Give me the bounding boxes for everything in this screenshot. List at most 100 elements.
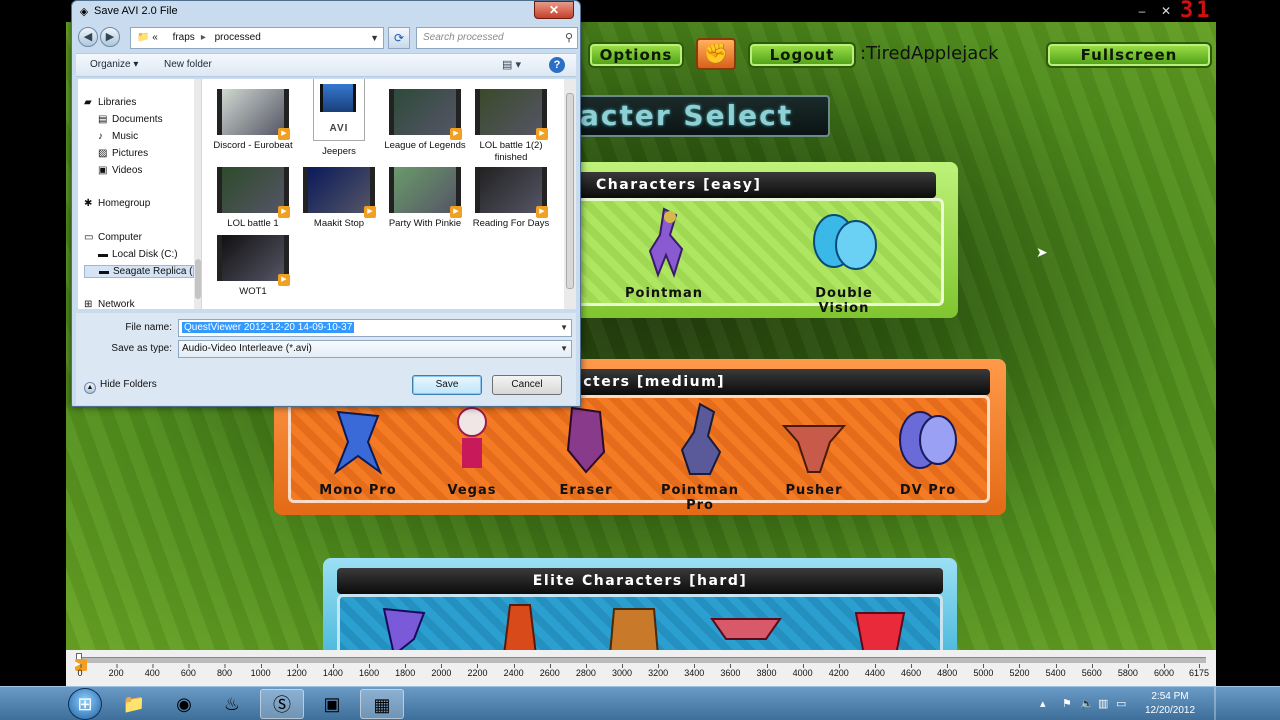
skype-icon[interactable]: Ⓢ	[260, 689, 304, 719]
timeline-tick-label: 4400	[864, 664, 885, 678]
nav-network[interactable]: ⊞ Network	[84, 299, 135, 309]
username-label: :TiredApplejack	[860, 43, 999, 64]
cancel-button[interactable]: Cancel	[492, 375, 562, 395]
nav-music[interactable]: ♪ Music	[98, 131, 138, 142]
nav-homegroup[interactable]: ✱ Homegroup	[84, 198, 150, 209]
character-double-vision[interactable]: Double Vision	[789, 205, 899, 316]
file-item[interactable]: Discord - Eurobeat	[212, 89, 294, 152]
timeline-tick-label: 5800	[1117, 664, 1138, 678]
nav-pictures[interactable]: ▨ Pictures	[98, 148, 148, 159]
character-figure-icon	[899, 411, 957, 469]
file-item[interactable]: LOL battle 1(2) finished	[470, 89, 552, 164]
timeline-track[interactable]	[78, 657, 1206, 663]
logout-button[interactable]: Logout	[748, 42, 856, 68]
steam-icon[interactable]: ♨	[210, 689, 254, 719]
address-bar[interactable]: 📁 « fraps ▸ processed ▼	[130, 27, 384, 49]
avatar-button[interactable]: ✊	[696, 38, 736, 70]
nav-documents[interactable]: ▤ Documents	[98, 114, 163, 125]
forward-arrow-icon[interactable]: ▶	[100, 27, 120, 47]
file-name-input[interactable]: QuestViewer 2012-12-20 14-09-10-37 ▼	[178, 319, 572, 337]
nav-computer[interactable]: ▭ Computer	[84, 232, 142, 243]
view-options-icon[interactable]: ▤ ▾	[502, 58, 521, 71]
character-pusher[interactable]: Pusher	[759, 402, 869, 498]
minimize-button[interactable]: –	[1132, 3, 1152, 19]
file-item[interactable]: Maakit Stop	[298, 167, 380, 230]
show-desktop-button[interactable]	[1214, 687, 1216, 720]
timeline-tick-label: 0	[77, 664, 83, 678]
flag-icon[interactable]: ⚑	[1062, 697, 1072, 710]
navigation-scrollbar[interactable]	[194, 79, 201, 309]
file-name-label: File name:	[125, 322, 172, 333]
file-item[interactable]: WOT1	[212, 235, 294, 298]
file-item[interactable]: Reading For Days	[470, 167, 552, 230]
file-scrollbar[interactable]	[564, 79, 576, 309]
character-vegas[interactable]: Vegas	[417, 402, 527, 498]
scrollbar-thumb[interactable]	[195, 259, 201, 299]
nav-seagate[interactable]: ▬ Seagate Replica (	[84, 265, 194, 278]
chevron-down-icon[interactable]: ▼	[560, 341, 568, 357]
start-button[interactable]: ⊞	[68, 688, 102, 720]
dialog-close-button[interactable]: ✕	[534, 1, 574, 19]
file-item[interactable]: League of Legends	[384, 89, 466, 152]
panel-easy: Characters [easy] Pointman Double Vision	[566, 162, 958, 318]
timeline-ruler[interactable]: 0 200 400 600 800 1000 1200 1400 1600 1800 2000 220…	[66, 650, 1216, 686]
file-item[interactable]: LOL battle 1	[212, 167, 294, 230]
breadcrumb-processed[interactable]: processed	[215, 32, 261, 43]
help-icon[interactable]: ?	[549, 57, 565, 73]
back-arrow-icon[interactable]: ◀	[78, 27, 98, 47]
file-item[interactable]: Party With Pinkie	[384, 167, 466, 230]
system-tray: ▴ ⚑ 🔈 ▥ ▭	[1040, 691, 1150, 717]
organize-button[interactable]: Organize ▾	[90, 59, 138, 70]
fullscreen-button[interactable]: Fullscreen	[1046, 42, 1212, 68]
dialog-titlebar[interactable]: ◈ Save AVI 2.0 File ✕	[72, 1, 580, 23]
virtualdub-icon[interactable]: ▦	[360, 689, 404, 719]
clock[interactable]: 2:54 PM 12/20/2012	[1140, 690, 1200, 718]
network-tray-icon[interactable]: ▥	[1098, 697, 1108, 710]
file-name: Party With Pinkie	[388, 218, 462, 229]
search-input[interactable]: Search processed ⚲	[416, 27, 578, 49]
video-thumbnail	[389, 89, 462, 140]
chrome-icon[interactable]: ◉	[162, 689, 206, 719]
breadcrumb-overflow[interactable]: «	[152, 32, 158, 43]
speaker-icon[interactable]: 🔈	[1080, 697, 1094, 710]
power-icon[interactable]: ▭	[1116, 697, 1126, 710]
computer-icon: ▭	[84, 232, 94, 243]
timeline-tick-label: 400	[144, 664, 160, 678]
character-pointman[interactable]: Pointman	[609, 205, 719, 301]
character-figure-icon	[813, 214, 877, 270]
tray-arrow-icon[interactable]: ▴	[1040, 697, 1046, 710]
mouse-cursor-icon: ➤	[1036, 244, 1048, 260]
character-eraser[interactable]: Eraser	[531, 402, 641, 498]
music-icon: ♪	[98, 131, 103, 142]
new-folder-button[interactable]: New folder	[164, 59, 212, 70]
folder-icon[interactable]: 📁	[112, 689, 156, 719]
save-button[interactable]: Save	[412, 375, 482, 395]
fraps-icon[interactable]: ▣	[310, 689, 354, 719]
windows-logo-icon: ⊞	[77, 694, 93, 714]
options-button[interactable]: Options	[588, 42, 684, 68]
chevron-down-icon[interactable]: ▼	[370, 28, 379, 48]
character-mono-pro[interactable]: Mono Pro	[303, 402, 413, 498]
scrollbar-thumb[interactable]	[566, 93, 574, 289]
search-icon[interactable]: ⚲	[565, 28, 573, 48]
nav-libraries[interactable]: ▰ Libraries	[84, 97, 136, 108]
character-dv-pro[interactable]: DV Pro	[873, 402, 983, 498]
refresh-icon[interactable]: ⟳	[388, 27, 410, 49]
character-pointman-pro[interactable]: Pointman Pro	[645, 402, 755, 513]
save-type-label: Save as type:	[111, 343, 172, 354]
file-item[interactable]: AVI Jeepers	[298, 79, 380, 158]
save-type-select[interactable]: Audio-Video Interleave (*.avi) ▼	[178, 340, 572, 358]
video-thumbnail	[389, 167, 462, 218]
nav-videos[interactable]: ▣ Videos	[98, 165, 142, 176]
save-dialog: ◈ Save AVI 2.0 File ✕ ◀ ▶ 📁 « fraps ▸ pro…	[71, 0, 581, 407]
chevron-down-icon[interactable]: ▼	[560, 320, 568, 336]
hide-folders-button[interactable]: ▲ Hide Folders	[84, 379, 157, 394]
character-figure-icon	[333, 410, 383, 475]
character-label: Eraser	[559, 483, 613, 498]
chevron-up-icon: ▲	[84, 382, 96, 394]
save-fields: File name: QuestViewer 2012-12-20 14-09-…	[76, 313, 576, 405]
dialog-title: Save AVI 2.0 File	[94, 5, 178, 17]
nav-local-disk[interactable]: ▬ Local Disk (C:)	[98, 249, 178, 260]
breadcrumb-fraps[interactable]: fraps	[173, 32, 195, 43]
close-button[interactable]: ✕	[1156, 3, 1176, 19]
